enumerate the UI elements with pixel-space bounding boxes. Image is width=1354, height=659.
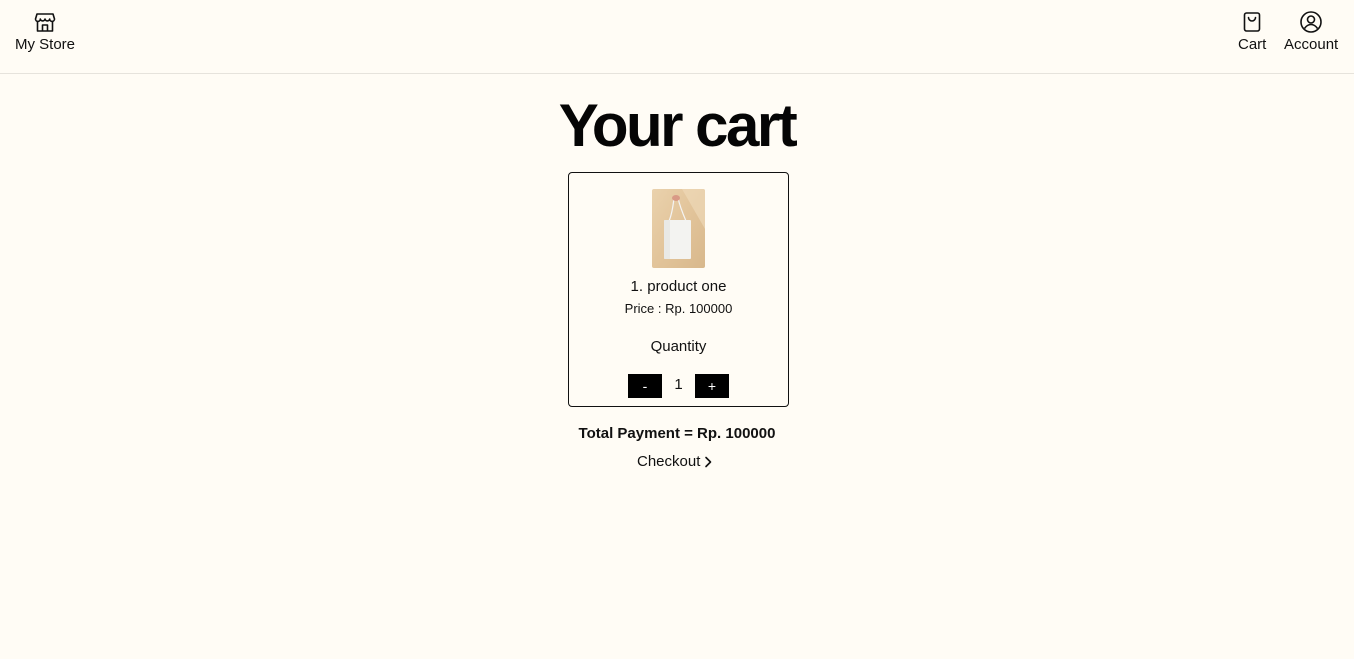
quantity-label: Quantity bbox=[650, 338, 707, 355]
cart-item-card: 1. product one Price : Rp. 100000 Quanti… bbox=[568, 172, 789, 407]
store-home-link[interactable]: My Store bbox=[15, 10, 75, 53]
total-payment: Total Payment = Rp. 100000 bbox=[578, 425, 776, 442]
page-title: Your cart bbox=[558, 92, 798, 159]
decrease-quantity-button[interactable]: - bbox=[628, 374, 662, 398]
increase-quantity-button[interactable]: + bbox=[695, 374, 729, 398]
quantity-value: 1 bbox=[674, 376, 683, 393]
checkout-label: Checkout bbox=[637, 453, 701, 470]
storefront-icon bbox=[34, 13, 56, 32]
product-price: Price : Rp. 100000 bbox=[624, 301, 733, 316]
user-circle-icon bbox=[1300, 11, 1322, 33]
shopping-bag-icon bbox=[1243, 12, 1261, 32]
product-name: 1. product one bbox=[630, 278, 727, 295]
cart-link[interactable]: Cart bbox=[1238, 10, 1266, 53]
cart-label: Cart bbox=[1238, 36, 1267, 53]
product-image bbox=[652, 189, 705, 268]
account-link[interactable]: Account bbox=[1284, 10, 1338, 53]
account-label: Account bbox=[1284, 36, 1339, 53]
chevron-right-icon bbox=[705, 456, 712, 467]
store-label: My Store bbox=[15, 36, 76, 53]
checkout-button[interactable]: Checkout bbox=[637, 453, 713, 470]
top-nav: My Store Cart Account bbox=[0, 0, 1354, 74]
